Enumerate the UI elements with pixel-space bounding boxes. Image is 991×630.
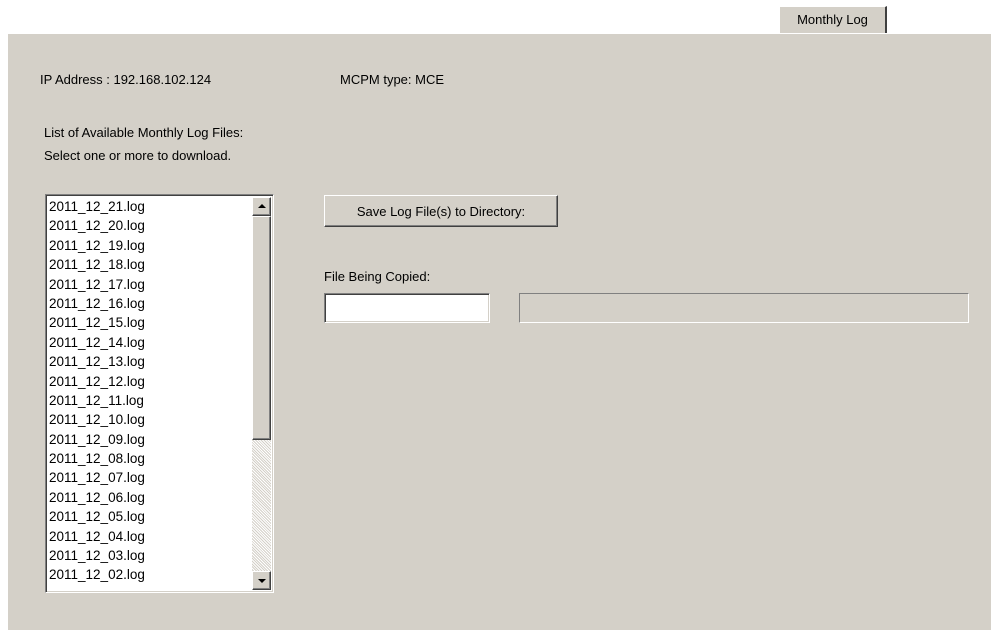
log-file-item[interactable]: 2011_12_12.log [49,372,249,391]
ip-address-label: IP Address : 192.168.102.124 [40,72,212,87]
tab-monthly-log-label: Monthly Log [797,12,868,27]
list-heading: List of Available Monthly Log Files: [44,125,244,140]
scroll-up-button[interactable] [252,197,271,216]
log-file-item[interactable]: 2011_12_17.log [49,275,249,294]
log-file-item[interactable]: 2011_12_04.log [49,527,249,546]
log-file-item[interactable]: 2011_12_15.log [49,313,249,332]
file-being-copied-field[interactable] [324,293,490,323]
up-arrow-icon [258,204,266,208]
copy-progress-bar [519,293,969,323]
log-file-item[interactable]: 2011_12_18.log [49,255,249,274]
log-file-item[interactable]: 2011_12_11.log [49,391,249,410]
save-log-files-button[interactable]: Save Log File(s) to Directory: [324,195,558,227]
listbox-scrollbar[interactable] [252,197,271,590]
list-instruction: Select one or more to download. [44,148,232,163]
log-file-item[interactable]: 2011_12_10.log [49,410,249,429]
log-file-item[interactable]: 2011_12_06.log [49,488,249,507]
log-file-item[interactable]: 2011_12_14.log [49,333,249,352]
file-being-copied-label: File Being Copied: [324,269,431,284]
log-file-item[interactable]: 2011_12_09.log [49,430,249,449]
log-file-item[interactable]: 2011_12_19.log [49,236,249,255]
log-file-item[interactable]: 2011_12_16.log [49,294,249,313]
tab-monthly-log[interactable]: Monthly Log [779,6,887,33]
log-file-item[interactable]: 2011_12_21.log [49,197,249,216]
scroll-down-button[interactable] [252,571,271,590]
down-arrow-icon [258,579,266,583]
scroll-thumb[interactable] [252,216,271,440]
log-file-item[interactable]: 2011_12_02.log [49,565,249,584]
log-file-item[interactable]: 2011_12_05.log [49,507,249,526]
log-file-listbox[interactable]: 2011_12_21.log 2011_12_20.log 2011_12_19.l… [45,194,274,593]
mcpm-type-label: MCPM type: MCE [340,72,445,87]
log-file-item[interactable]: 2011_12_08.log [49,449,249,468]
log-file-list: 2011_12_21.log 2011_12_20.log 2011_12_19.l… [49,197,249,585]
log-file-item[interactable]: 2011_12_13.log [49,352,249,371]
log-file-item[interactable]: 2011_12_07.log [49,468,249,487]
log-file-item[interactable]: 2011_12_03.log [49,546,249,565]
log-file-item[interactable]: 2011_12_20.log [49,216,249,235]
